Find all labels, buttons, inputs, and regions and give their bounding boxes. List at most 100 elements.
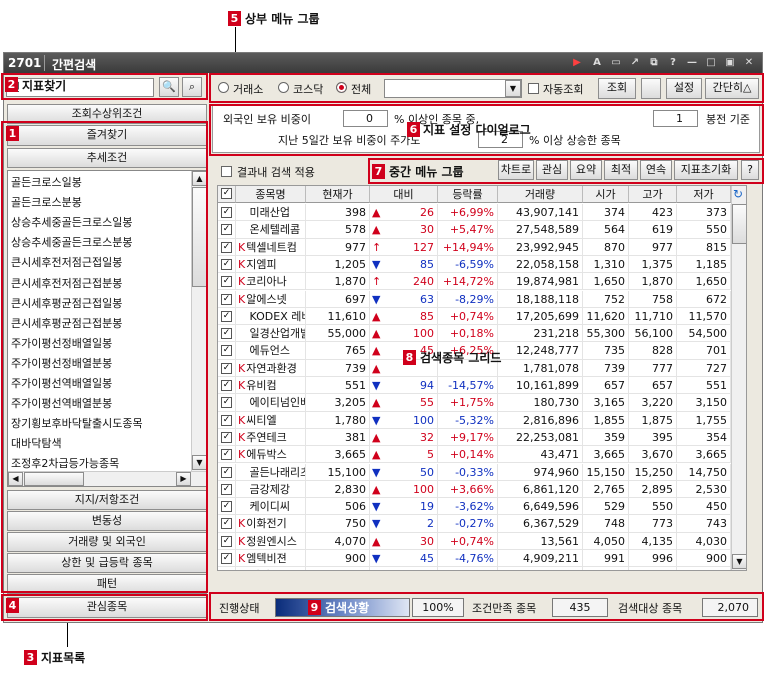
table-row[interactable]: ✓ K에듀박스 3,665 ▲ 5 +0,14% 43,471 3,665 3,670 3,665 xyxy=(218,446,746,464)
mid-button-4[interactable]: 연속 xyxy=(640,160,672,180)
table-row[interactable]: ✓ K코리아나 1,870 ↑ 240 +14,72% 19,874,981 1,650 1,8… xyxy=(218,273,746,291)
indicator-list-item[interactable]: 상승추세중골든크로스분봉 xyxy=(11,233,132,254)
grid-header-4[interactable]: 거래량 xyxy=(498,186,583,203)
list-scrollbar[interactable]: ▲ ▼ xyxy=(191,171,206,471)
cell-0: ✓ xyxy=(218,411,236,429)
grid-scroll-thumb[interactable] xyxy=(732,204,746,244)
table-row[interactable]: ✓ K텍셀네트컴 977 ↑ 127 +14,94% 23,992,945 870 977 815 xyxy=(218,238,746,256)
indicator-list-item[interactable]: 주가이평선역배열분봉 xyxy=(11,394,112,415)
mid-button-5[interactable]: 지표초기화 xyxy=(674,160,738,180)
mid-button-1[interactable]: 관심 xyxy=(536,160,568,180)
font-icon[interactable]: A xyxy=(590,56,604,69)
cell-3: ▼ 94 xyxy=(370,377,438,394)
table-row[interactable]: ✓ 에이티넘인베 3,205 ▲ 55 +1,75% 180,730 3,165 3,220 3… xyxy=(218,394,746,412)
table-row[interactable]: ✓ 미래산업 398 ▲ 26 +6,99% 43,907,141 374 423 373 xyxy=(218,204,746,222)
table-row[interactable]: ✓ K정원엔시스 4,070 ▲ 30 +0,74% 13,561 4,050 4,135 4,0… xyxy=(218,532,746,550)
table-row[interactable]: ✓ 일경산업개발 55,000 ▲ 100 +0,18% 231,218 55,300 56,… xyxy=(218,325,746,343)
table-row[interactable]: ✓ 온세텔레콤 578 ▲ 30 +5,47% 27,548,589 564 619 550 xyxy=(218,221,746,239)
table-row[interactable]: ✓ KODEX 레버리11,610▲85+0,74%17,205,69911,6… xyxy=(218,307,746,326)
mid-button-2[interactable]: 요약 xyxy=(570,160,602,180)
table-row[interactable]: ✓ K주연테크 381 ▲ 32 +9,17% 22,253,081 359 395 354 xyxy=(218,428,746,447)
minimize-icon[interactable]: — xyxy=(685,56,699,69)
indicator-list-item[interactable]: 주가이평선역배열일봉 xyxy=(11,374,112,395)
hscroll-thumb[interactable] xyxy=(24,472,84,486)
foreign-ratio-stepper[interactable]: 0 xyxy=(343,110,388,127)
limit-surge-button[interactable]: 상한 및 급등락 종목 xyxy=(7,553,207,573)
grid-header-5[interactable]: 시가 xyxy=(583,186,629,203)
list-hscrollbar[interactable]: ◀ ▶ xyxy=(8,471,206,486)
table-row[interactable]: ✓ K엠텍비젼 900 ▼ 45 -4,76% 4,909,211 991 996 900 xyxy=(218,550,746,568)
radio-exchange[interactable] xyxy=(218,82,229,93)
scroll-up-icon[interactable]: ▲ xyxy=(192,171,206,186)
interest-stocks-button[interactable]: 관심종목 xyxy=(7,597,207,618)
indicator-list-item[interactable]: 골든크로스분봉 xyxy=(11,193,82,214)
refresh-icon[interactable]: ↻ xyxy=(733,187,743,201)
scroll-right-icon[interactable]: ▶ xyxy=(176,472,191,486)
indicator-list-item[interactable]: 큰시세후평균점근접분봉 xyxy=(11,314,122,335)
grid-header-0[interactable]: 종목명 xyxy=(236,186,306,203)
table-row[interactable]: ✓ 케이디씨 506 ▼ 19 -3,62% 6,649,596 529 550 450 xyxy=(218,498,746,516)
grid-scrollbar[interactable]: ▼ xyxy=(731,186,746,570)
group-select[interactable]: ▼ xyxy=(384,79,522,98)
header-select-all[interactable]: ✓ xyxy=(218,186,236,203)
restore-icon[interactable]: ▣ xyxy=(723,56,737,69)
top-conditions-button[interactable]: 조회수상위조건 xyxy=(7,104,207,124)
link-icon[interactable]: ↗ xyxy=(628,56,642,69)
table-row[interactable]: ✓ 금강제강 2,830 ▲ 100 +3,66% 6,861,120 2,765 2,895… xyxy=(218,480,746,499)
indicator-list-item[interactable]: 주가이평선정배열일봉 xyxy=(11,334,112,355)
chevron-down-icon[interactable]: ▼ xyxy=(505,80,521,97)
table-row[interactable]: ✓ K이화전기 750 ▼ 2 -0,27% 6,367,529 748 773 743 xyxy=(218,515,746,533)
table-row[interactable]: ✓ 골든나래리츠 15,100 ▼ 50 -0,33% 974,960 15,150 15,2… xyxy=(218,463,746,481)
indicator-list-item[interactable]: 주가이평선정배열분봉 xyxy=(11,354,112,375)
indicator-list-item[interactable]: 상승추세중골든크로스일봉 xyxy=(11,213,132,234)
grid-header-7[interactable]: 저가 xyxy=(677,186,731,203)
support-resistance-button[interactable]: 지지/저항조건 xyxy=(7,490,207,510)
scroll-thumb[interactable] xyxy=(192,187,206,287)
cell-6: 735 xyxy=(583,342,629,360)
grid-header-3[interactable]: 등락률 xyxy=(438,186,498,203)
table-row[interactable]: ✓ K씨티엘 1,780 ▼ 100 -5,32% 2,816,896 1,855 1,875 1… xyxy=(218,411,746,429)
indicator-list-item[interactable]: 골든크로스일봉 xyxy=(11,173,82,194)
auto-query-checkbox[interactable] xyxy=(528,83,539,94)
grid-header-1[interactable]: 현재가 xyxy=(306,186,370,203)
table-row[interactable]: ✓ K알에스넷 697 ▼ 63 -8,29% 18,188,118 752 758 672 xyxy=(218,290,746,308)
grid-header-2[interactable]: 대비 xyxy=(370,186,438,203)
cell-5: 17,205,699 xyxy=(498,307,583,325)
apply-in-result-checkbox[interactable] xyxy=(221,166,232,177)
indicator-list-item[interactable]: 큰시세후전저점근접분봉 xyxy=(11,274,122,295)
copy-icon[interactable]: ⧉ xyxy=(647,56,661,69)
settings-button[interactable]: 설정 xyxy=(666,78,702,99)
radio-all[interactable] xyxy=(336,82,347,93)
volatility-button[interactable]: 변동성 xyxy=(7,511,207,531)
pattern-button[interactable]: 패턴 xyxy=(7,574,207,594)
play-icon[interactable]: ▶ xyxy=(570,56,584,69)
mid-button-0[interactable]: 차트로 xyxy=(498,160,534,180)
help-icon[interactable]: ? xyxy=(666,56,680,69)
volume-foreign-button[interactable]: 거래량 및 외국인 xyxy=(7,532,207,552)
indicator-list-item[interactable]: 장기횡보후바닥탈출시도종목 xyxy=(11,414,143,435)
mid-button-3[interactable]: 최적 xyxy=(604,160,638,180)
scroll-down-icon[interactable]: ▼ xyxy=(192,455,206,470)
query-button[interactable]: 조회 xyxy=(598,78,636,99)
indicator-list-item[interactable]: 큰시세후평균점근접일봉 xyxy=(11,294,122,315)
maximize-icon[interactable]: □ xyxy=(704,56,718,69)
search-icon[interactable]: 🔍 xyxy=(159,77,179,97)
favorites-button[interactable]: 즐겨찾기 xyxy=(7,125,207,146)
close-icon[interactable]: ✕ xyxy=(742,56,756,69)
bar-offset-stepper[interactable]: 1 xyxy=(653,110,698,127)
indicator-list-item[interactable]: 큰시세후전저점근접일봉 xyxy=(11,253,122,274)
radio-kosdaq[interactable] xyxy=(278,82,289,93)
table-row[interactable]: ✓ K유비컴 551 ▼ 94 -14,57% 10,161,899 657 657 551 xyxy=(218,377,746,395)
table-row[interactable]: ✓ K지엠피 1,205 ▼ 85 -6,59% 22,058,158 1,310 1,375 1… xyxy=(218,255,746,274)
trend-conditions-button[interactable]: 추세조건 xyxy=(7,148,207,168)
mid-button-6[interactable]: ? xyxy=(741,160,759,180)
memo-icon[interactable]: ▭ xyxy=(609,56,623,69)
grid-header-6[interactable]: 고가 xyxy=(629,186,677,203)
blank-button[interactable] xyxy=(641,78,661,99)
scroll-left-icon[interactable]: ◀ xyxy=(8,472,23,486)
search-next-icon[interactable]: ⌕ xyxy=(182,77,202,97)
table-row[interactable]: ✓ 에넥스92,000▲300+0,33%47,04091,70092,2009… xyxy=(218,567,746,570)
indicator-list-item[interactable]: 대바닥탐색 xyxy=(11,434,62,455)
grid-scroll-down-icon[interactable]: ▼ xyxy=(732,554,746,569)
simple-toggle-button[interactable]: 간단히△ xyxy=(705,78,759,99)
